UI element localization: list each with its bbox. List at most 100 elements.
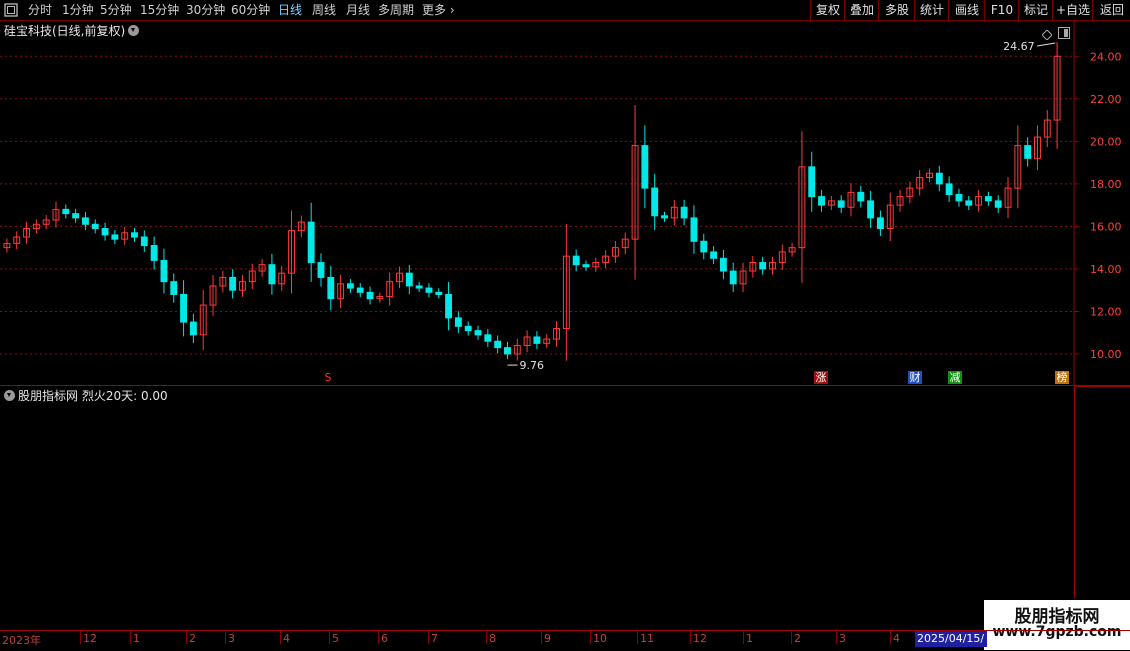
date-tick: [541, 631, 542, 644]
toolbar-menu-icon[interactable]: [4, 0, 18, 20]
date-tick: [486, 631, 487, 644]
candle-down: [494, 340, 502, 349]
mark-button[interactable]: 标记: [1018, 0, 1053, 20]
candle-down: [945, 183, 953, 195]
period-monthly[interactable]: 月线: [346, 0, 370, 20]
candle-down: [876, 217, 884, 230]
candle-down: [229, 276, 237, 291]
date-label: 12: [693, 632, 707, 645]
event-tag-cai[interactable]: 财: [908, 371, 922, 384]
candle-down: [445, 293, 453, 319]
period-weekly[interactable]: 周线: [312, 0, 336, 20]
candle-down: [965, 200, 973, 206]
kline-chart-panel: 10.00 12.00 14.00 16.00 18.00 20.00 22.00 24.00…: [0, 21, 1130, 385]
date-tick: [280, 631, 281, 644]
date-tick: [80, 631, 81, 644]
candle-down: [150, 245, 158, 261]
candle-down: [700, 240, 708, 253]
period-more[interactable]: 更多 ›: [422, 0, 455, 20]
date-tick: [590, 631, 591, 644]
title-dropdown-icon[interactable]: [128, 25, 139, 36]
candle-down: [81, 217, 89, 225]
candle-down: [984, 196, 992, 202]
candle-down: [582, 264, 590, 268]
statistics-button[interactable]: 统计: [914, 0, 949, 20]
period-multi[interactable]: 多周期: [378, 0, 414, 20]
event-tag-zhang[interactable]: 涨: [814, 371, 828, 384]
event-tag-s[interactable]: S: [321, 371, 335, 384]
period-fenshi[interactable]: 分时: [28, 0, 52, 20]
kline-chart[interactable]: 10.00 12.00 14.00 16.00 18.00 20.00 22.00 24.00…: [0, 21, 1130, 385]
date-axis[interactable]: 2023年 12 1 2 3 4 5 6 7 8 9 10 11 12 1 2 …: [0, 630, 1130, 651]
event-tag-jian[interactable]: 减: [948, 371, 962, 384]
candle-down: [729, 270, 737, 285]
period-60min[interactable]: 60分钟: [231, 0, 270, 20]
candle-down: [91, 223, 99, 230]
candle-down: [484, 334, 492, 342]
indicator-dropdown-icon[interactable]: [4, 390, 15, 401]
price-tick-label: 14.00: [1090, 263, 1122, 276]
date-tick: [690, 631, 691, 644]
period-5min[interactable]: 5分钟: [100, 0, 132, 20]
panel-toggle-icon[interactable]: [1058, 24, 1070, 39]
candle-down: [346, 283, 354, 289]
f10-button[interactable]: F10: [984, 0, 1019, 20]
period-15min[interactable]: 15分钟: [140, 0, 179, 20]
candle-down: [955, 193, 963, 202]
max-price-pointer: [1037, 42, 1056, 47]
fuquan-button[interactable]: 复权: [810, 0, 845, 20]
candle-down: [661, 215, 668, 219]
stock-title: 硅宝科技(日线,前复权): [4, 24, 126, 38]
candle-down: [425, 287, 433, 293]
period-daily[interactable]: 日线: [278, 0, 302, 20]
date-tick: [329, 631, 330, 644]
date-label: 9: [544, 632, 551, 645]
date-label: 12: [83, 632, 97, 645]
candle-down: [180, 293, 188, 323]
candle-down: [356, 287, 364, 293]
date-tick: [743, 631, 744, 644]
candle-down: [111, 234, 119, 240]
min-price-label: 9.76: [519, 359, 544, 372]
candle-down: [307, 221, 315, 264]
candle-down: [867, 200, 875, 219]
back-button[interactable]: 返回: [1092, 0, 1130, 20]
date-label: 3: [228, 632, 235, 645]
candle-down: [72, 213, 80, 219]
date-label: 1: [746, 632, 753, 645]
candle-down: [533, 336, 541, 344]
add-watchlist-button[interactable]: +自选: [1052, 0, 1093, 20]
candle-down: [994, 200, 1002, 208]
date-tick: [428, 631, 429, 644]
price-tick-label: 22.00: [1090, 93, 1122, 106]
overlay-button[interactable]: 叠加: [844, 0, 879, 20]
price-tick-label: 24.00: [1090, 50, 1122, 63]
period-1min[interactable]: 1分钟: [62, 0, 94, 20]
candle-down: [837, 200, 845, 208]
date-label: 6: [381, 632, 388, 645]
price-tick-label: 18.00: [1090, 178, 1122, 191]
price-tick-label: 16.00: [1090, 220, 1122, 233]
event-tag-bang[interactable]: 榜: [1055, 371, 1069, 384]
date-tick: [836, 631, 837, 644]
period-30min[interactable]: 30分钟: [186, 0, 225, 20]
date-label: 8: [489, 632, 496, 645]
draw-line-button[interactable]: 画线: [948, 0, 985, 20]
candle-down: [572, 255, 580, 266]
candle-down: [131, 232, 138, 238]
date-label: 2: [189, 632, 196, 645]
candle-down: [140, 236, 148, 247]
candle-down: [170, 281, 178, 295]
price-tick-label: 20.00: [1090, 135, 1122, 148]
chevron-right-icon: ›: [446, 3, 455, 17]
multi-stock-button[interactable]: 多股: [878, 0, 915, 20]
indicator-panel: 股朋指标网 烈火20天: 0.00: [0, 386, 1130, 630]
date-label: 4: [283, 632, 290, 645]
candle-down: [160, 259, 168, 283]
candle-down: [504, 347, 511, 355]
indicator-axis-line: [1074, 386, 1075, 598]
diamond-icon[interactable]: [1041, 25, 1053, 41]
candle-down: [1024, 145, 1032, 159]
date-tick: [225, 631, 226, 644]
date-label: 2: [794, 632, 801, 645]
